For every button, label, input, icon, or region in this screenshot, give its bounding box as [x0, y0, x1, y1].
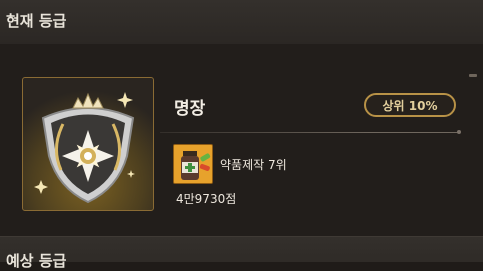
medicine-bottle-icon — [173, 144, 213, 184]
rank-percentile-badge: 상위 10% — [364, 93, 456, 117]
divider-end-dot — [457, 130, 461, 134]
grade-name: 명장 — [174, 99, 206, 119]
current-grade-title: 현재 등급 — [6, 12, 67, 30]
grade-emblem-frame — [22, 77, 154, 211]
panel-indicator — [469, 74, 477, 77]
expected-grade-header: 예상 등급 — [0, 236, 483, 270]
grade-card: 명장 상위 10% 약품제작 7위 4만9730점 — [0, 44, 483, 236]
score-value: 4만9730점 — [176, 192, 237, 206]
section-divider — [160, 132, 460, 133]
current-grade-header: 현재 등급 — [0, 0, 483, 45]
crafting-rank-label: 약품제작 7위 — [220, 158, 287, 172]
star-crest-emblem-icon — [34, 92, 135, 204]
